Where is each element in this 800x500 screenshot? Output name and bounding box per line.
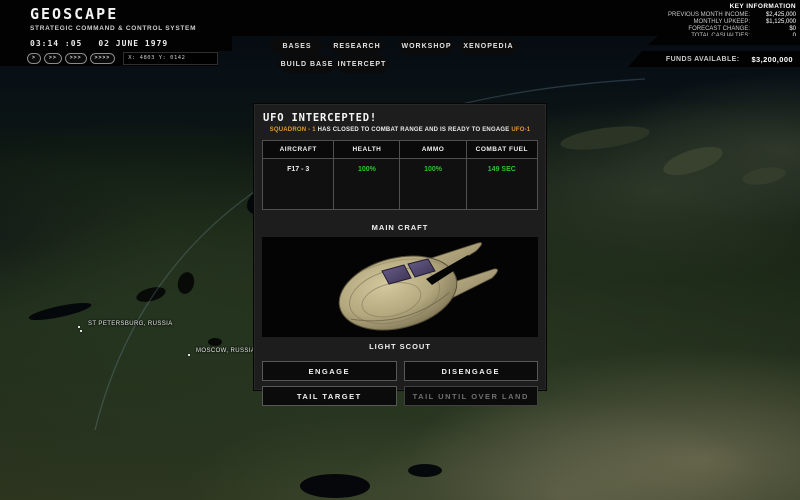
- col-header-health: HEALTH: [334, 141, 400, 159]
- ki-label: MONTHLY UPKEEP:: [694, 19, 750, 26]
- combat-fuel-cell: 149 SEC: [466, 159, 537, 210]
- speed-1x-button[interactable]: >: [27, 53, 41, 64]
- tab-build-base[interactable]: BUILD BASE: [276, 56, 338, 73]
- speed-2x-button[interactable]: >>: [44, 53, 62, 64]
- time-display: 03:14 :05: [30, 39, 82, 48]
- st-petersburg-marker2: [80, 330, 82, 332]
- engage-button[interactable]: ENGAGE: [262, 361, 397, 381]
- brand-block: GEOSCAPE STRATEGIC COMMAND & CONTROL SYS…: [30, 5, 196, 32]
- ki-row-forecast: FORECAST CHANGE: $0: [668, 26, 796, 33]
- arctic-coast-patch: [559, 122, 651, 154]
- ki-label: PREVIOUS MONTH INCOME:: [668, 12, 750, 19]
- funds-value: $3,200,000: [751, 55, 793, 64]
- lake-rybinsk: [208, 338, 222, 346]
- craft-type-label: LIGHT SCOUT: [254, 342, 546, 351]
- aircraft-cell: F17 - 3: [263, 159, 334, 210]
- ammo-cell: 100%: [400, 159, 466, 210]
- main-craft-label: MAIN CRAFT: [254, 223, 546, 232]
- caspian-north: [300, 474, 370, 498]
- col-header-ammo: AMMO: [400, 141, 466, 159]
- ufo-intercepted-dialog: UFO INTERCEPTED! SQUADRON - 1 HAS CLOSED…: [253, 103, 547, 391]
- dialog-title: UFO INTERCEPTED!: [263, 112, 537, 124]
- squadron-status-table: AIRCRAFT HEALTH AMMO COMBAT FUEL F17 - 3…: [262, 140, 538, 210]
- top-bar: GEOSCAPE STRATEGIC COMMAND & CONTROL SYS…: [0, 0, 800, 36]
- ki-value: $0: [750, 26, 796, 33]
- page-title: GEOSCAPE: [30, 5, 196, 23]
- tab-bases[interactable]: BASES: [269, 37, 325, 55]
- speed-4x-button[interactable]: >>>>: [90, 53, 116, 64]
- ufo-light-scout-illustration: [262, 237, 538, 337]
- ki-value: $2,425,000: [750, 12, 796, 19]
- lake-onega: [175, 270, 196, 295]
- cursor-coordinates: X: 4803 Y: 0142: [123, 52, 218, 65]
- ufo-preview-image: [262, 237, 538, 337]
- moscow-marker: [188, 354, 190, 356]
- tab-workshop[interactable]: WORKSHOP: [397, 37, 456, 55]
- dialog-message: SQUADRON - 1 HAS CLOSED TO COMBAT RANGE …: [256, 127, 544, 133]
- lake-south: [408, 464, 442, 477]
- clock-strip: 03:14 :05 02 JUNE 1979: [0, 36, 232, 51]
- gulf-of-finland: [28, 299, 93, 323]
- dialog-actions: ENGAGE DISENGAGE TAIL TARGET TAIL UNTIL …: [262, 361, 538, 406]
- funds-bar: FUNDS AVAILABLE: $3,200,000: [628, 51, 800, 67]
- col-header-combat-fuel: COMBAT FUEL: [466, 141, 537, 159]
- date-display: 02 JUNE 1979: [98, 39, 168, 48]
- tail-target-button[interactable]: TAIL TARGET: [262, 386, 397, 406]
- target-name: UFO-1: [511, 127, 530, 133]
- ki-row-income: PREVIOUS MONTH INCOME: $2,425,000: [668, 12, 796, 19]
- city-label-moscow: MOSCOW, RUSSIA: [196, 348, 255, 354]
- table-row: F17 - 3 100% 100% 149 SEC: [263, 159, 538, 210]
- arctic-island-2: [741, 164, 787, 187]
- squadron-name: SQUADRON - 1: [270, 127, 316, 133]
- speed-3x-button[interactable]: >>>: [65, 53, 87, 64]
- lake-ladoga: [135, 284, 167, 304]
- message-text: HAS CLOSED TO COMBAT RANGE AND IS READY …: [316, 127, 512, 133]
- tab-intercept[interactable]: INTERCEPT: [333, 56, 391, 73]
- st-petersburg-marker: [78, 326, 80, 328]
- ki-row-upkeep: MONTHLY UPKEEP: $1,125,000: [668, 19, 796, 26]
- city-label-st-petersburg: ST PETERSBURG, RUSSIA: [88, 321, 173, 327]
- funds-label: FUNDS AVAILABLE:: [666, 56, 740, 63]
- top-bar-right-extension: [648, 36, 800, 45]
- tail-until-over-land-button[interactable]: TAIL UNTIL OVER LAND: [404, 386, 539, 406]
- tab-research[interactable]: RESEARCH: [328, 37, 386, 55]
- key-information-panel: KEY INFORMATION PREVIOUS MONTH INCOME: $…: [668, 3, 796, 40]
- tab-xenopedia[interactable]: XENOPEDIA: [458, 37, 519, 55]
- page-subtitle: STRATEGIC COMMAND & CONTROL SYSTEM: [30, 25, 196, 32]
- ki-value: $1,125,000: [750, 19, 796, 26]
- health-cell: 100%: [334, 159, 400, 210]
- geoscape-screen: ST PETERSBURG, RUSSIA MOSCOW, RUSSIA GEO…: [0, 0, 800, 500]
- key-information-title: KEY INFORMATION: [668, 3, 796, 10]
- ki-label: FORECAST CHANGE:: [688, 26, 750, 33]
- col-header-aircraft: AIRCRAFT: [263, 141, 334, 159]
- disengage-button[interactable]: DISENGAGE: [404, 361, 539, 381]
- time-controls: > >> >>> >>>> X: 4803 Y: 0142: [0, 51, 218, 66]
- arctic-island-1: [660, 141, 726, 181]
